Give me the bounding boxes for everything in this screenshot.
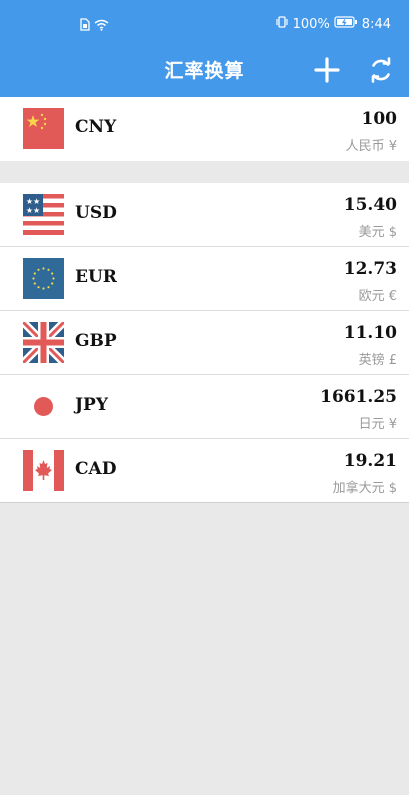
vibrate-icon <box>275 16 289 32</box>
currency-list: ★★ ★★ USD 15.40 美元 $ EUR 12.73 欧元 € GBP … <box>0 183 409 503</box>
status-left-icons <box>80 16 109 35</box>
currency-name: 加拿大元 $ <box>332 481 397 496</box>
converted-amount: 12.73 <box>343 259 397 279</box>
app-header: 100% 8:44 汇率换算 <box>0 0 409 97</box>
clock: 8:44 <box>361 16 391 32</box>
page-title: 汇率换算 <box>164 60 245 82</box>
currency-row-cad[interactable]: CAD 19.21 加拿大元 $ <box>0 439 409 503</box>
china-flag-icon <box>23 108 64 149</box>
base-amount-value[interactable]: 100 <box>362 109 398 129</box>
currency-row-gbp[interactable]: GBP 11.10 英镑 £ <box>0 311 409 375</box>
add-currency-button[interactable] <box>312 55 342 85</box>
battery-percent: 100% <box>292 16 330 32</box>
refresh-icon <box>371 57 391 83</box>
status-bar: 100% 8:44 <box>0 0 409 50</box>
eu-flag-icon <box>23 258 64 299</box>
currency-name: 欧元 € <box>358 289 397 304</box>
currency-row-usd[interactable]: ★★ ★★ USD 15.40 美元 $ <box>0 183 409 247</box>
currency-code: JPY <box>75 395 108 415</box>
usa-flag-icon: ★★ ★★ <box>23 194 64 235</box>
currency-name: 日元 ¥ <box>358 417 397 432</box>
currency-name: 美元 $ <box>358 225 397 240</box>
currency-name: 人民币 ¥ <box>345 139 397 154</box>
converted-amount: 15.40 <box>343 195 397 215</box>
uk-flag-icon <box>20 319 67 366</box>
sim-card-icon <box>80 16 90 35</box>
japan-flag-icon <box>23 386 64 427</box>
currency-name: 英镑 £ <box>358 353 397 368</box>
currency-code: USD <box>75 203 117 223</box>
currency-row-jpy[interactable]: JPY 1661.25 日元 ¥ <box>0 375 409 439</box>
converted-amount: 19.21 <box>343 451 397 471</box>
canada-flag-icon <box>23 450 64 491</box>
currency-code: GBP <box>75 331 117 351</box>
svg-text:★★: ★★ <box>26 206 40 215</box>
currency-code: CAD <box>75 459 117 479</box>
plus-icon <box>314 57 340 83</box>
battery-icon <box>334 16 358 32</box>
svg-text:★★: ★★ <box>26 197 40 206</box>
currency-code: CNY <box>75 117 117 137</box>
wifi-icon <box>94 16 109 35</box>
refresh-rates-button[interactable] <box>366 55 396 85</box>
base-currency-row[interactable]: CNY 100 人民币 ¥ <box>0 97 409 161</box>
title-bar: 汇率换算 <box>0 50 409 97</box>
status-right: 100% 8:44 <box>275 16 391 32</box>
converted-amount: 1661.25 <box>320 387 397 407</box>
converted-amount: 11.10 <box>343 323 397 343</box>
base-currency-section: CNY 100 人民币 ¥ <box>0 97 409 161</box>
currency-code: EUR <box>75 267 117 287</box>
currency-row-eur[interactable]: EUR 12.73 欧元 € <box>0 247 409 311</box>
